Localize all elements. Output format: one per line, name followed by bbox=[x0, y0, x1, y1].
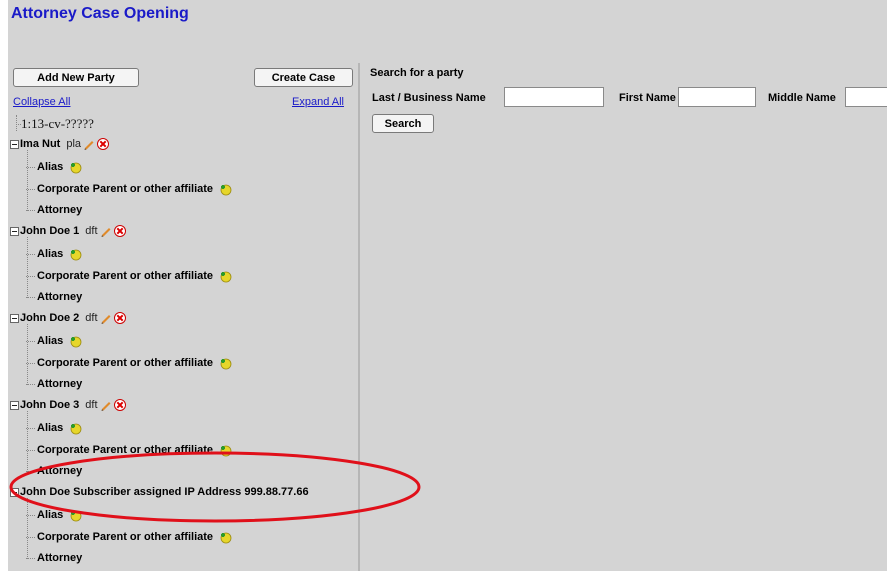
add-plus-icon[interactable] bbox=[69, 248, 82, 261]
child-label: Alias bbox=[37, 422, 64, 434]
child-node-corporate-parent-or-other-affiliate[interactable]: Corporate Parent or other affiliate bbox=[25, 182, 232, 196]
child-node-alias[interactable]: Alias bbox=[25, 508, 82, 522]
party-name: John Doe 2 bbox=[20, 312, 80, 324]
child-node-attorney[interactable]: Attorney bbox=[25, 290, 83, 304]
first-name-input[interactable] bbox=[678, 87, 756, 107]
add-plus-icon[interactable] bbox=[219, 183, 232, 196]
party-role: dft bbox=[85, 312, 98, 324]
add-new-party-button[interactable]: Add New Party bbox=[13, 68, 139, 87]
child-node-corporate-parent-or-other-affiliate[interactable]: Corporate Parent or other affiliate bbox=[25, 530, 232, 544]
collapse-toggle-icon[interactable] bbox=[10, 226, 19, 236]
child-node-alias[interactable]: Alias bbox=[25, 421, 82, 435]
collapse-toggle-icon[interactable] bbox=[10, 400, 19, 410]
collapse-toggle-icon[interactable] bbox=[10, 313, 19, 323]
tree-connector bbox=[27, 498, 28, 559]
child-label: Alias bbox=[37, 161, 64, 173]
tree-connector bbox=[27, 150, 28, 211]
middle-name-input[interactable] bbox=[845, 87, 887, 107]
tree-connector bbox=[27, 237, 28, 298]
tree-connector bbox=[27, 411, 28, 472]
party-tree-panel: Add New Party Create Case Collapse All E… bbox=[8, 63, 360, 571]
child-label: Attorney bbox=[37, 204, 83, 216]
child-node-attorney[interactable]: Attorney bbox=[25, 203, 83, 217]
child-label: Attorney bbox=[37, 465, 83, 477]
page-title: Attorney Case Opening bbox=[11, 5, 189, 22]
add-plus-icon[interactable] bbox=[219, 270, 232, 283]
party-name: Ima Nut bbox=[20, 138, 61, 150]
search-panel-title: Search for a party bbox=[370, 67, 464, 79]
child-node-corporate-parent-or-other-affiliate[interactable]: Corporate Parent or other affiliate bbox=[25, 269, 232, 283]
child-label: Attorney bbox=[37, 378, 83, 390]
tree-connector bbox=[16, 115, 17, 131]
pencil-icon[interactable] bbox=[100, 399, 112, 411]
pencil-icon[interactable] bbox=[83, 138, 95, 150]
child-node-attorney[interactable]: Attorney bbox=[25, 551, 83, 565]
search-button[interactable]: Search bbox=[372, 114, 434, 133]
case-number: 1:13-cv-????? bbox=[16, 116, 94, 131]
add-plus-icon[interactable] bbox=[219, 444, 232, 457]
last-name-label: Last / Business Name bbox=[372, 92, 486, 104]
child-label: Corporate Parent or other affiliate bbox=[37, 357, 214, 369]
party-name: John Doe Subscriber assigned IP Address … bbox=[20, 486, 309, 498]
add-plus-icon[interactable] bbox=[69, 335, 82, 348]
add-plus-icon[interactable] bbox=[69, 509, 82, 522]
expand-all-link[interactable]: Expand All bbox=[292, 96, 344, 108]
collapse-toggle-icon[interactable] bbox=[10, 139, 19, 149]
child-label: Corporate Parent or other affiliate bbox=[37, 531, 214, 543]
add-plus-icon[interactable] bbox=[69, 422, 82, 435]
child-node-alias[interactable]: Alias bbox=[25, 334, 82, 348]
child-label: Corporate Parent or other affiliate bbox=[37, 183, 214, 195]
child-node-attorney[interactable]: Attorney bbox=[25, 377, 83, 391]
child-node-corporate-parent-or-other-affiliate[interactable]: Corporate Parent or other affiliate bbox=[25, 443, 232, 457]
child-label: Corporate Parent or other affiliate bbox=[37, 444, 214, 456]
tree-connector bbox=[27, 324, 28, 385]
child-node-attorney[interactable]: Attorney bbox=[25, 464, 83, 478]
delete-x-icon[interactable] bbox=[97, 138, 110, 150]
first-name-label: First Name bbox=[619, 92, 676, 104]
child-label: Alias bbox=[37, 509, 64, 521]
delete-x-icon[interactable] bbox=[113, 399, 126, 411]
party-name: John Doe 1 bbox=[20, 225, 80, 237]
party-node[interactable]: Ima Nut pla bbox=[10, 136, 110, 152]
party-role: dft bbox=[85, 399, 98, 411]
add-plus-icon[interactable] bbox=[219, 531, 232, 544]
page: Attorney Case Opening Add New Party Crea… bbox=[8, 0, 887, 571]
last-business-name-input[interactable] bbox=[504, 87, 604, 107]
child-label: Attorney bbox=[37, 552, 83, 564]
child-label: Corporate Parent or other affiliate bbox=[37, 270, 214, 282]
delete-x-icon[interactable] bbox=[113, 312, 126, 324]
middle-name-label: Middle Name bbox=[768, 92, 836, 104]
pencil-icon[interactable] bbox=[100, 225, 112, 237]
child-node-alias[interactable]: Alias bbox=[25, 247, 82, 261]
party-role: pla bbox=[66, 138, 82, 150]
pencil-icon[interactable] bbox=[100, 312, 112, 324]
add-plus-icon[interactable] bbox=[219, 357, 232, 370]
party-role: dft bbox=[85, 225, 98, 237]
collapse-all-link[interactable]: Collapse All bbox=[13, 96, 70, 108]
party-node[interactable]: John Doe Subscriber assigned IP Address … bbox=[10, 484, 309, 500]
collapse-toggle-icon[interactable] bbox=[10, 487, 19, 497]
child-label: Alias bbox=[37, 248, 64, 260]
child-node-alias[interactable]: Alias bbox=[25, 160, 82, 174]
add-plus-icon[interactable] bbox=[69, 161, 82, 174]
party-name: John Doe 3 bbox=[20, 399, 80, 411]
search-panel: Search for a party Last / Business Name … bbox=[360, 63, 887, 571]
child-node-corporate-parent-or-other-affiliate[interactable]: Corporate Parent or other affiliate bbox=[25, 356, 232, 370]
child-label: Attorney bbox=[37, 291, 83, 303]
delete-x-icon[interactable] bbox=[113, 225, 126, 237]
child-label: Alias bbox=[37, 335, 64, 347]
create-case-button[interactable]: Create Case bbox=[254, 68, 353, 87]
